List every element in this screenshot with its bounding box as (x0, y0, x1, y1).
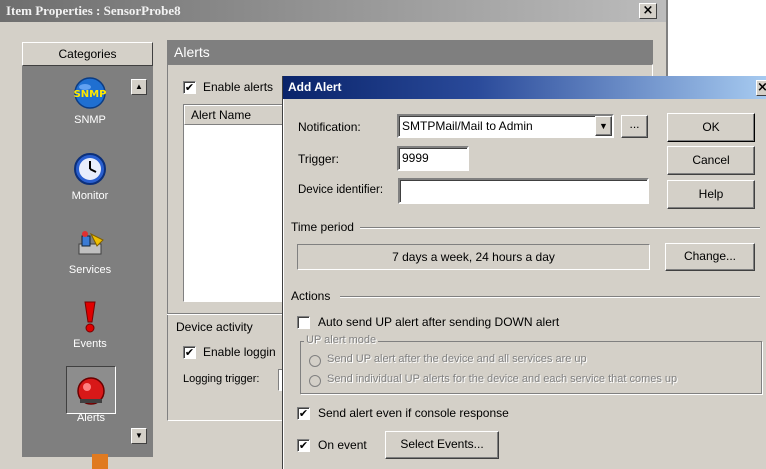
up-mode-option2-radio[interactable] (309, 375, 321, 387)
logging-trigger-label: Logging trigger: (183, 373, 260, 385)
category-events[interactable]: Events (60, 300, 120, 350)
enable-alerts-label: Enable alerts (203, 80, 274, 94)
dialog-title-bar[interactable] (283, 76, 766, 99)
on-event-label: On event (318, 438, 367, 452)
enable-alerts-checkbox[interactable]: ✔ (183, 81, 196, 94)
snmp-icon: SNMP (73, 76, 107, 110)
notification-label: Notification: (298, 120, 361, 134)
alert-list[interactable] (183, 104, 283, 302)
on-event-checkbox[interactable]: ✔ (297, 439, 310, 452)
select-events-button[interactable]: Select Events... (385, 431, 499, 459)
clock-icon (73, 152, 107, 186)
chevron-down-icon: ▼ (599, 121, 608, 131)
send-even-if-console-label: Send alert even if console response (318, 406, 509, 420)
enable-logging-label: Enable loggin (203, 345, 276, 359)
actions-divider (340, 296, 760, 298)
category-next-icon (92, 454, 108, 469)
services-icon (73, 226, 107, 260)
time-period-label: Time period (291, 220, 354, 234)
dialog-close-button[interactable]: × (756, 80, 766, 96)
alarm-bell-icon (74, 374, 108, 408)
alerts-section-header: Alerts (167, 40, 653, 64)
category-label-alerts: Alerts (76, 412, 106, 424)
up-mode-option1-radio[interactable] (309, 355, 321, 367)
send-even-if-console-checkbox[interactable]: ✔ (297, 407, 310, 420)
auto-send-up-checkbox[interactable] (297, 316, 310, 329)
notification-dropdown-button[interactable]: ▼ (595, 116, 612, 136)
time-period-divider (360, 227, 760, 229)
auto-send-up-label: Auto send UP alert after sending DOWN al… (318, 315, 560, 329)
trigger-label: Trigger: (298, 152, 339, 166)
up-mode-option2-label: Send individual UP alerts for the device… (327, 373, 678, 385)
categories-scroll-up-button[interactable]: ▲ (131, 79, 147, 95)
notification-select[interactable]: SMTPMail/Mail to Admin (397, 114, 614, 138)
category-label-events: Events (73, 338, 107, 350)
svg-text:SNMP: SNMP (74, 89, 107, 100)
time-period-display: 7 days a week, 24 hours a day (297, 244, 650, 270)
parent-close-button[interactable]: × (639, 3, 657, 19)
category-services[interactable]: Services (60, 226, 120, 276)
up-alert-mode-group (300, 341, 762, 394)
actions-label: Actions (291, 289, 331, 303)
trigger-input[interactable]: 9999 (397, 146, 469, 171)
notification-value: SMTPMail/Mail to Admin (402, 119, 533, 133)
ok-button[interactable]: OK (667, 113, 755, 142)
category-snmp[interactable]: SNMP SNMP (60, 76, 120, 126)
categories-scroll-down-button[interactable]: ▼ (131, 428, 147, 444)
device-identifier-input[interactable] (398, 178, 649, 204)
parent-window-title: Item Properties : SensorProbe8 (6, 3, 181, 18)
category-alerts[interactable]: Alerts (61, 374, 121, 424)
device-activity-divider (167, 313, 287, 315)
enable-logging-checkbox[interactable]: ✔ (183, 346, 196, 359)
dialog-title: Add Alert (288, 80, 342, 94)
categories-header: Categories (22, 42, 153, 66)
category-label-services: Services (68, 264, 112, 276)
alert-name-column-header[interactable]: Alert Name (184, 105, 283, 125)
cancel-button[interactable]: Cancel (667, 146, 755, 175)
category-label-monitor: Monitor (71, 190, 109, 202)
up-alert-mode-label: UP alert mode (304, 334, 379, 346)
device-activity-label: Device activity (176, 320, 253, 334)
category-label-snmp: SNMP (74, 114, 106, 126)
help-button[interactable]: Help (667, 180, 755, 209)
device-identifier-label: Device identifier: (298, 184, 384, 196)
change-time-period-button[interactable]: Change... (665, 243, 755, 271)
exclamation-icon (73, 300, 107, 334)
category-monitor[interactable]: Monitor (60, 152, 120, 202)
up-mode-option1-label: Send UP alert after the device and all s… (327, 353, 587, 365)
notification-browse-button[interactable]: ... (621, 115, 648, 138)
